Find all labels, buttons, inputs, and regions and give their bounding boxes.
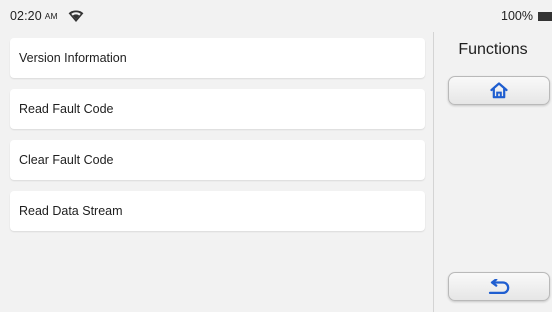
menu-item-read-fault-code[interactable]: Read Fault Code xyxy=(10,89,425,129)
screen: 02:20 AM 100% Version Information Read F… xyxy=(0,0,552,312)
functions-title: Functions xyxy=(458,41,528,58)
menu-item-read-data-stream[interactable]: Read Data Stream xyxy=(10,191,425,231)
back-button[interactable] xyxy=(448,272,550,301)
home-button[interactable] xyxy=(448,76,550,105)
menu-item-clear-fault-code[interactable]: Clear Fault Code xyxy=(10,140,425,180)
menu-item-version-information[interactable]: Version Information xyxy=(10,38,425,78)
wifi-icon xyxy=(68,9,84,23)
functions-panel: Functions xyxy=(434,32,552,312)
function-menu: Version Information Read Fault Code Clea… xyxy=(10,38,425,242)
status-ampm: AM xyxy=(44,11,58,21)
status-time: 02:20 xyxy=(10,9,42,23)
status-bar: 02:20 AM 100% xyxy=(0,0,552,32)
status-right: 100% xyxy=(501,9,552,23)
back-arrow-icon xyxy=(487,278,511,295)
home-icon xyxy=(490,82,508,99)
status-left: 02:20 AM xyxy=(10,9,84,23)
battery-icon xyxy=(538,11,552,21)
battery-percent: 100% xyxy=(501,9,533,23)
